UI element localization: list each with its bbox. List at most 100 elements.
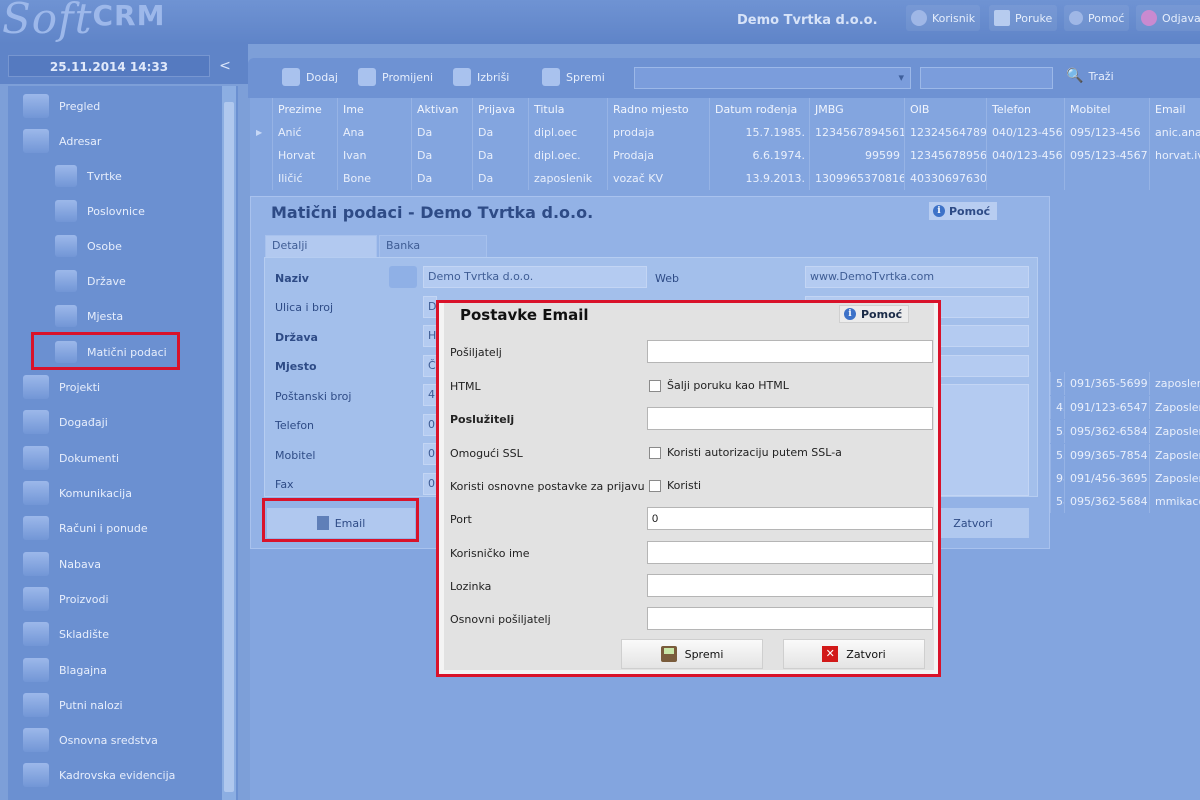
column-header[interactable]: Datum rođenja [709, 98, 809, 121]
sidebar-item-projekti[interactable]: Projekti [23, 374, 100, 400]
email-dialog-title: Postavke Email [460, 306, 589, 324]
table-cell: 55 [1050, 444, 1064, 467]
sidebar-item-kadrovska[interactable]: Kadrovska evidencija [23, 762, 175, 788]
help-button[interactable]: Pomoć [1064, 5, 1130, 31]
fax-input[interactable]: 0 [423, 473, 437, 495]
sidebar-item-racuni[interactable]: Računi i ponude [23, 515, 148, 541]
table-cell: horvat.iv [1149, 144, 1200, 167]
checkbox-box[interactable] [649, 479, 661, 492]
label-html: HTML [450, 380, 481, 393]
password-input[interactable] [647, 574, 933, 597]
logout-button[interactable]: Odjava [1136, 5, 1200, 31]
edit-button[interactable]: Promijeni [358, 68, 433, 86]
table-cell: 099/365-7854 [1064, 444, 1149, 467]
basic-login-checkbox[interactable]: Koristi [649, 479, 701, 492]
table-cell: 040/123-456 [986, 121, 1064, 144]
table-cell: 040/123-456 [986, 144, 1064, 167]
email-help-button[interactable]: i Pomoć [839, 305, 909, 323]
search-button[interactable]: 🔍 Traži [1066, 68, 1114, 84]
table-cell: Da [472, 144, 528, 167]
collapse-sidebar-button[interactable]: < [215, 55, 235, 77]
filter-select[interactable] [634, 67, 911, 89]
sidebar-item-komunikacija[interactable]: Komunikacija [23, 480, 132, 506]
mobitel-input[interactable]: 0 [423, 443, 437, 465]
sender-input[interactable] [647, 340, 933, 363]
column-header[interactable]: Aktivan [411, 98, 472, 121]
sidebar-item-drzave[interactable]: Države [55, 268, 126, 294]
messages-button[interactable]: Poruke [989, 5, 1058, 31]
naziv-input[interactable]: Demo Tvrtka d.o.o. [423, 266, 647, 288]
postanski-broj-input[interactable]: 4 [423, 384, 437, 406]
column-header[interactable]: Telefon [986, 98, 1064, 121]
city-icon [55, 305, 77, 327]
save-button[interactable]: Spremi [542, 68, 605, 86]
column-header[interactable]: JMBG [809, 98, 904, 121]
telefon-input[interactable]: 0 [423, 414, 437, 436]
table-cell: 091/365-5699 [1064, 372, 1149, 395]
html-checkbox[interactable]: Šalji poruku kao HTML [649, 379, 789, 392]
email-close-button[interactable]: ✕ Zatvori [783, 639, 925, 669]
ssl-checkbox[interactable]: Koristi autorizaciju putem SSL-a [649, 446, 842, 459]
message-icon [994, 10, 1010, 26]
document-icon [23, 446, 49, 470]
default-sender-input[interactable] [647, 607, 933, 630]
tab-detalji[interactable]: Detalji [265, 235, 377, 257]
column-header[interactable]: Ime [337, 98, 411, 121]
column-header[interactable]: Radno mjesto [607, 98, 709, 121]
column-header[interactable]: Prezime [272, 98, 337, 121]
delete-button[interactable]: Izbriši [453, 68, 509, 86]
table-cell [986, 167, 1064, 190]
label-ulica: Ulica i broj [275, 301, 334, 314]
checkbox-box[interactable] [649, 446, 661, 459]
sidebar-item-proizvodi[interactable]: Proizvodi [23, 586, 109, 612]
mjesto-input[interactable]: Č [423, 355, 437, 377]
company-icon [55, 165, 77, 187]
email-save-button[interactable]: Spremi [621, 639, 763, 669]
user-button[interactable]: Korisnik [906, 5, 981, 31]
sidebar-item-poslovnice[interactable]: Poslovnice [55, 198, 145, 224]
label-server: Poslužitelj [450, 413, 515, 426]
sidebar-item-tvrtke[interactable]: Tvrtke [55, 163, 122, 189]
server-input[interactable] [647, 407, 933, 430]
travel-icon [23, 693, 49, 717]
column-header[interactable]: OIB [904, 98, 986, 121]
column-header[interactable]: Mobitel [1064, 98, 1149, 121]
checkbox-box[interactable] [649, 379, 661, 392]
sidebar-item-dokumenti[interactable]: Dokumenti [23, 445, 119, 471]
sidebar-item-nabava[interactable]: Nabava [23, 551, 101, 577]
sidebar-scrollbar[interactable] [222, 86, 236, 800]
tab-banka[interactable]: Banka [379, 235, 487, 257]
username-input[interactable] [647, 541, 933, 564]
port-input[interactable] [647, 507, 933, 530]
warehouse-icon [23, 622, 49, 646]
dialog-help-button[interactable]: i Pomoć [929, 202, 997, 220]
sidebar-item-mjesta[interactable]: Mjesta [55, 303, 123, 329]
sidebar-item-pregled[interactable]: Pregled [23, 93, 100, 119]
web-input[interactable]: www.DemoTvrtka.com [805, 266, 1029, 288]
table-cell: Bone [337, 167, 411, 190]
column-header[interactable]: Email [1149, 98, 1200, 121]
sidebar-item-adresar[interactable]: Adresar [23, 128, 101, 154]
sidebar-item-osnovna-sredstva[interactable]: Osnovna sredstva [23, 727, 158, 753]
scrollbar-thumb[interactable] [224, 102, 234, 792]
search-input[interactable] [920, 67, 1053, 89]
highlight-email-button [262, 498, 419, 542]
calculator-icon[interactable] [389, 266, 417, 288]
table-cell: 55 [1050, 372, 1064, 395]
ulica-input[interactable]: D [423, 296, 437, 318]
column-header[interactable]: Prijava [472, 98, 528, 121]
table-cell: zaposlen [1149, 372, 1200, 395]
sidebar-item-putni-nalozi[interactable]: Putni nalozi [23, 692, 123, 718]
product-icon [23, 587, 49, 611]
column-header[interactable]: Titula [528, 98, 607, 121]
sidebar-item-dogadaji[interactable]: Događaji [23, 409, 108, 435]
close-icon: ✕ [822, 646, 839, 662]
drzava-input[interactable]: H [423, 325, 437, 347]
label-telefon: Telefon [275, 419, 315, 432]
sidebar-item-osobe[interactable]: Osobe [55, 233, 122, 259]
table-cell [1064, 167, 1149, 190]
add-button[interactable]: Dodaj [282, 68, 338, 86]
sidebar-item-skladiste[interactable]: Skladište [23, 621, 109, 647]
add-icon [282, 68, 300, 86]
sidebar-item-blagajna[interactable]: Blagajna [23, 657, 107, 683]
